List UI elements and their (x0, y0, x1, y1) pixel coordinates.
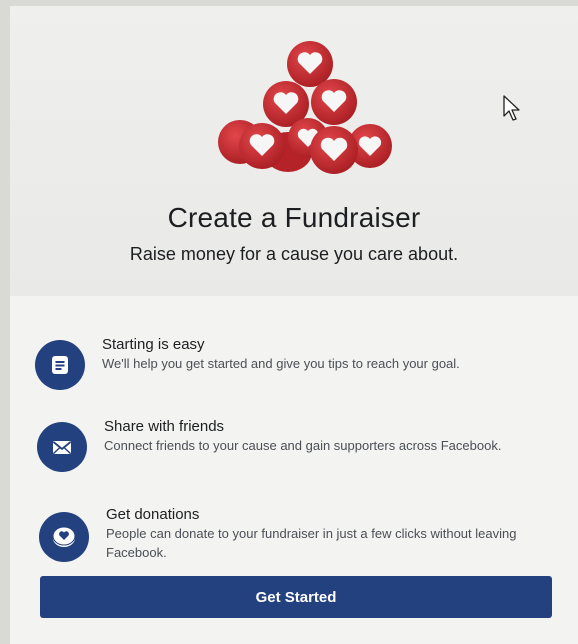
document-icon (35, 340, 85, 390)
page-title: Create a Fundraiser (167, 202, 421, 233)
envelope-icon (37, 422, 87, 472)
get-started-button[interactable]: Get Started (40, 576, 552, 618)
feature-description: Connect friends to your cause and gain s… (104, 438, 502, 453)
fundraiser-dialog: Create a Fundraiser Raise money for a ca… (10, 6, 578, 644)
feature-title: Starting is easy (102, 336, 205, 353)
feature-description: We'll help you get started and give you … (102, 356, 460, 371)
heart-token (310, 126, 358, 174)
heart-tokens-illustration (218, 41, 392, 174)
hero-section: Create a Fundraiser Raise money for a ca… (10, 6, 578, 296)
heart-token (287, 41, 333, 87)
heart-token (239, 123, 285, 169)
feature-title: Get donations (106, 506, 200, 523)
mouse-pointer-icon (503, 95, 520, 121)
page-subtitle: Raise money for a cause you care about. (129, 244, 459, 264)
heart-coin-icon (39, 512, 89, 562)
heart-token (311, 79, 357, 125)
feature-title: Share with friends (104, 418, 225, 435)
feature-description: People can donate to your fundraiser in … (106, 526, 517, 560)
